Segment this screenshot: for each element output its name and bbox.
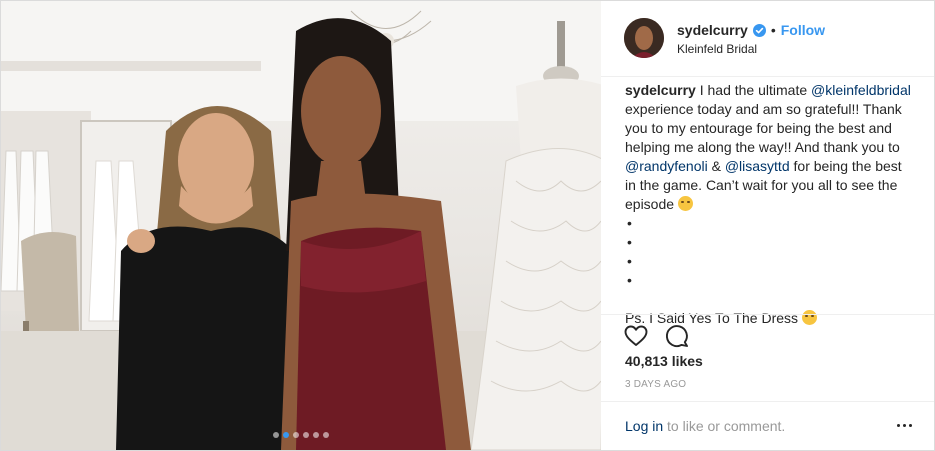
mention-lisasyttd[interactable]: @lisasyttd [725,158,790,174]
location-link[interactable]: Kleinfeld Bridal [677,42,757,56]
post-actions [601,314,934,358]
post-caption: sydelcurry I had the ultimate @kleinfeld… [625,81,915,328]
login-prompt: Log in to like or comment. [625,418,785,434]
caption-bullet: • [627,234,632,250]
caption-bullet: • [627,272,632,288]
bridal-salon-photo [1,1,601,450]
follow-button[interactable]: Follow [781,22,825,38]
verified-badge-icon [752,23,766,37]
post-header: sydelcurry • Follow Kleinfeld Bridal [601,1,934,77]
smirk-emoji-icon [677,196,693,211]
caption-bullet: • [627,253,632,269]
caption-text-2: experience today and am so grateful!! Th… [625,101,902,155]
mention-kleinfeldbridal[interactable]: @kleinfeldbridal [811,82,911,98]
post-photo[interactable] [1,1,601,450]
post-side-panel: sydelcurry • Follow Kleinfeld Bridal syd… [601,1,934,450]
post-timestamp[interactable]: 3 DAYS AGO [625,379,686,390]
mention-randyfenoli[interactable]: @randyfenoli [625,158,708,174]
caption-username[interactable]: sydelcurry [625,82,696,98]
likes-count[interactable]: 40,813 likes [625,353,703,369]
instagram-post: sydelcurry • Follow Kleinfeld Bridal syd… [0,0,935,451]
username-row: sydelcurry • Follow [677,22,825,38]
avatar[interactable] [624,18,664,58]
post-footer: Log in to like or comment. [601,401,934,450]
carousel-dot [303,432,309,438]
comment-icon[interactable] [664,323,690,349]
carousel-dot [323,432,329,438]
login-link[interactable]: Log in [625,418,663,434]
heart-icon[interactable] [623,323,649,349]
carousel-indicator [1,432,601,438]
carousel-dot [313,432,319,438]
carousel-dot [283,432,289,438]
caption-text-1: I had the ultimate [695,82,812,98]
header-separator: • [770,22,776,38]
caption-text-3: & [707,158,725,174]
more-options-icon[interactable] [897,424,912,427]
username-link[interactable]: sydelcurry [677,22,748,38]
avatar-image [624,18,664,58]
carousel-dot [273,432,279,438]
login-prompt-text: to like or comment. [663,418,786,434]
caption-bullet: • [627,215,632,231]
carousel-dot [293,432,299,438]
